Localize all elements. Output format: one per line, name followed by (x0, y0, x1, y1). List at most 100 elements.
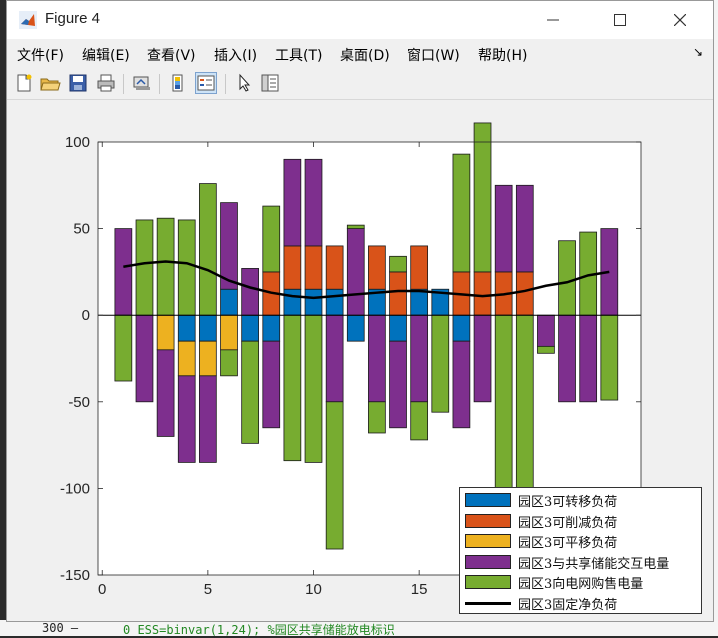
bar-segment (114, 228, 133, 316)
bar-segment (410, 314, 429, 403)
minimize-icon (547, 19, 559, 21)
menu-edit[interactable]: 编辑(E) (82, 45, 130, 65)
bar-segment (579, 314, 598, 403)
bar-segment (600, 314, 619, 401)
code-line-number: 300 — (42, 621, 79, 635)
legend-entry[interactable]: 园区3可转移负荷 (460, 490, 701, 510)
bar-segment (156, 314, 175, 351)
maximize-icon (614, 14, 626, 26)
menu-tools[interactable]: 工具(T) (275, 45, 322, 65)
bar-segment (199, 183, 217, 316)
y-tick-label: -150 (60, 567, 90, 584)
bar-segment (410, 401, 429, 441)
bar-segment (346, 224, 365, 230)
bar-segment (473, 122, 492, 273)
bar-segment (262, 340, 281, 429)
legend-line-sample (465, 602, 511, 605)
y-tick-label: -50 (68, 394, 90, 411)
toolbar-separator (159, 74, 160, 94)
x-tick-label: 5 (204, 581, 212, 598)
bar-segment (283, 245, 302, 290)
new-figure-icon[interactable] (13, 72, 35, 94)
bar-segment (389, 271, 407, 316)
colorbar-icon[interactable] (167, 72, 189, 94)
bar-segment (199, 314, 217, 342)
menu-desktop[interactable]: 桌面(D) (340, 45, 390, 65)
bar-segment (135, 314, 154, 403)
bar-segment (262, 314, 281, 342)
y-tick-label: 50 (73, 221, 90, 238)
bar-segment (515, 271, 534, 316)
bar-segment (325, 314, 344, 403)
bar-segment (177, 340, 196, 377)
print-icon[interactable] (95, 72, 117, 94)
close-button[interactable] (653, 1, 707, 39)
bar-segment (262, 205, 281, 273)
bar-segment (325, 245, 344, 290)
bar-segment (558, 240, 576, 316)
legend-entry[interactable]: 园区3固定净负荷 (460, 593, 701, 613)
bar-segment (283, 288, 302, 316)
bar-segment (537, 314, 555, 347)
close-icon (674, 14, 686, 26)
bar-segment (537, 345, 555, 354)
menu-view[interactable]: 查看(V) (147, 45, 196, 65)
legend-label: 园区3可转移负荷 (518, 495, 618, 510)
legend[interactable]: 园区3可转移负荷 园区3可削减负荷 园区3可平移负荷 园区3与共享储能交互电量园区3向… (459, 487, 702, 614)
bar-segment (199, 340, 217, 377)
bar-segment (494, 314, 513, 493)
bar-segment (494, 184, 513, 273)
menu-bar: 文件(F) 编辑(E) 查看(V) 插入(I) 工具(T) 桌面(D) 窗口(W… (7, 39, 713, 67)
bar-segment (241, 268, 259, 316)
legend-swatch (465, 534, 511, 549)
property-editor-icon[interactable] (259, 72, 281, 94)
legend-swatch (465, 493, 511, 507)
y-tick-label: 0 (82, 307, 90, 324)
bar-segment (431, 314, 450, 413)
minimize-button[interactable] (526, 1, 580, 39)
bar-segment (283, 314, 302, 462)
legend-entry[interactable]: 园区3向电网购售电量 (460, 572, 701, 592)
bar-segment (177, 314, 196, 342)
legend-entry[interactable]: 园区3可削减负荷 (460, 511, 701, 531)
menu-help[interactable]: 帮助(H) (478, 45, 527, 65)
menu-insert[interactable]: 插入(I) (214, 45, 257, 65)
menu-dock-arrow-icon[interactable]: ↘ (693, 45, 703, 59)
bar-segment (368, 245, 386, 290)
legend-swatch (465, 554, 511, 569)
menu-file[interactable]: 文件(F) (17, 45, 64, 65)
bar-segment (452, 340, 471, 429)
x-tick-label: 15 (411, 581, 428, 598)
toolbar (7, 67, 713, 100)
bar-segment (368, 401, 386, 434)
bar-segment (389, 340, 407, 429)
menu-window[interactable]: 窗口(W) (407, 45, 460, 65)
link-icon[interactable] (131, 72, 153, 94)
legend-label: 园区3可平移负荷 (518, 536, 618, 552)
open-file-icon[interactable] (39, 72, 61, 94)
legend-swatch (465, 575, 511, 590)
legend-label: 园区3可削减负荷 (518, 515, 618, 531)
matlab-logo-icon (19, 11, 37, 29)
legend-swatch (465, 513, 511, 528)
bar-segment (515, 184, 534, 273)
legend-label: 园区3向电网购售电量 (518, 577, 644, 593)
bar-segment (114, 314, 133, 382)
x-tick-label: 10 (305, 581, 322, 598)
bar-segment (368, 314, 386, 403)
x-tick-label: 0 (98, 581, 106, 598)
bar-segment (241, 314, 259, 342)
legend-entry[interactable]: 园区3与共享储能交互电量 (460, 552, 701, 572)
y-tick-label: 100 (65, 134, 90, 151)
maximize-button[interactable] (593, 1, 647, 39)
title-bar: Figure 4 (7, 1, 713, 39)
legend-entry[interactable]: 园区3可平移负荷 (460, 531, 701, 551)
save-icon[interactable] (67, 72, 89, 94)
bar-segment (389, 314, 407, 342)
code-line-text: 0 ESS=binvar(1,24); %园区共享储能放电标识 (123, 623, 395, 637)
bar-segment (177, 375, 196, 463)
legend-icon[interactable] (195, 72, 217, 94)
bar-segment (452, 314, 471, 342)
bar-segment (325, 401, 344, 550)
pointer-icon[interactable] (233, 72, 255, 94)
